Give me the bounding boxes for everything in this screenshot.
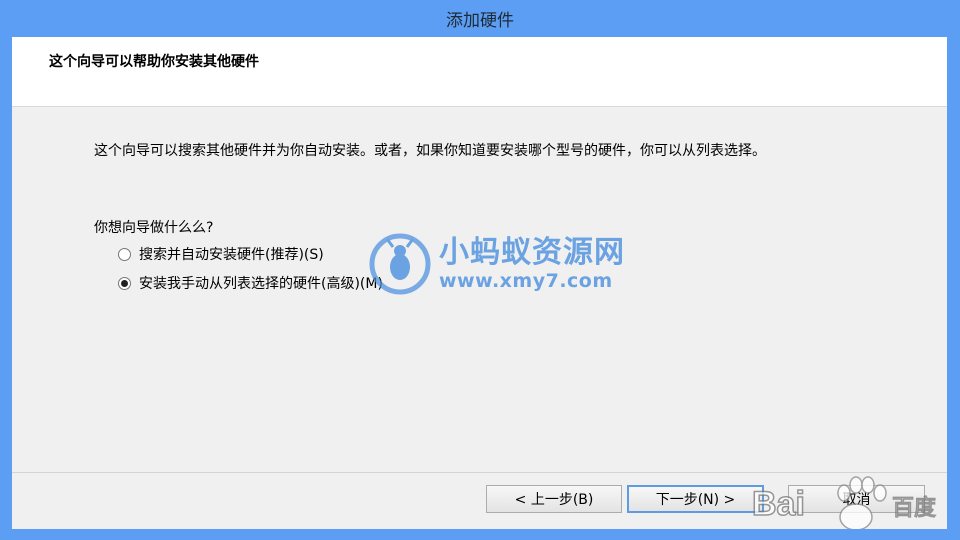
radio-empty-icon[interactable] bbox=[118, 247, 131, 261]
button-separator bbox=[12, 472, 947, 473]
option-manual-select[interactable]: 安装我手动从列表选择的硬件(高级)(M) bbox=[118, 273, 383, 293]
wizard-header-title: 这个向导可以帮助你安装其他硬件 bbox=[49, 54, 259, 70]
cancel-button[interactable]: 取消 bbox=[788, 485, 925, 513]
radio-filled-icon[interactable] bbox=[118, 276, 131, 290]
watermark-url: www.xmy7.com bbox=[439, 270, 613, 292]
option-auto-search[interactable]: 搜索并自动安装硬件(推荐)(S) bbox=[118, 244, 324, 264]
watermark: 小蚂蚁资源网 www.xmy7.com bbox=[369, 233, 625, 295]
wizard-question: 你想向导做什么么? bbox=[94, 220, 214, 236]
window-title: 添加硬件 bbox=[446, 11, 514, 31]
option-manual-select-label: 安装我手动从列表选择的硬件(高级)(M) bbox=[139, 276, 383, 292]
back-button[interactable]: < 上一步(B) bbox=[486, 485, 622, 513]
option-auto-search-label: 搜索并自动安装硬件(推荐)(S) bbox=[139, 247, 324, 263]
wizard-description: 这个向导可以搜索其他硬件并为你自动安装。或者，如果你知道要安装哪个型号的硬件，你… bbox=[94, 143, 766, 159]
title-bar[interactable]: 添加硬件 bbox=[0, 0, 960, 37]
add-hardware-window: 添加硬件 这个向导可以帮助你安装其他硬件 这个向导可以搜索其他硬件并为你自动安装… bbox=[0, 0, 960, 540]
watermark-name: 小蚂蚁资源网 bbox=[439, 235, 625, 270]
next-button[interactable]: 下一步(N) > bbox=[627, 485, 764, 513]
wizard-client-area: 这个向导可以帮助你安装其他硬件 这个向导可以搜索其他硬件并为你自动安装。或者，如… bbox=[12, 37, 947, 529]
wizard-header: 这个向导可以帮助你安装其他硬件 bbox=[12, 37, 947, 107]
